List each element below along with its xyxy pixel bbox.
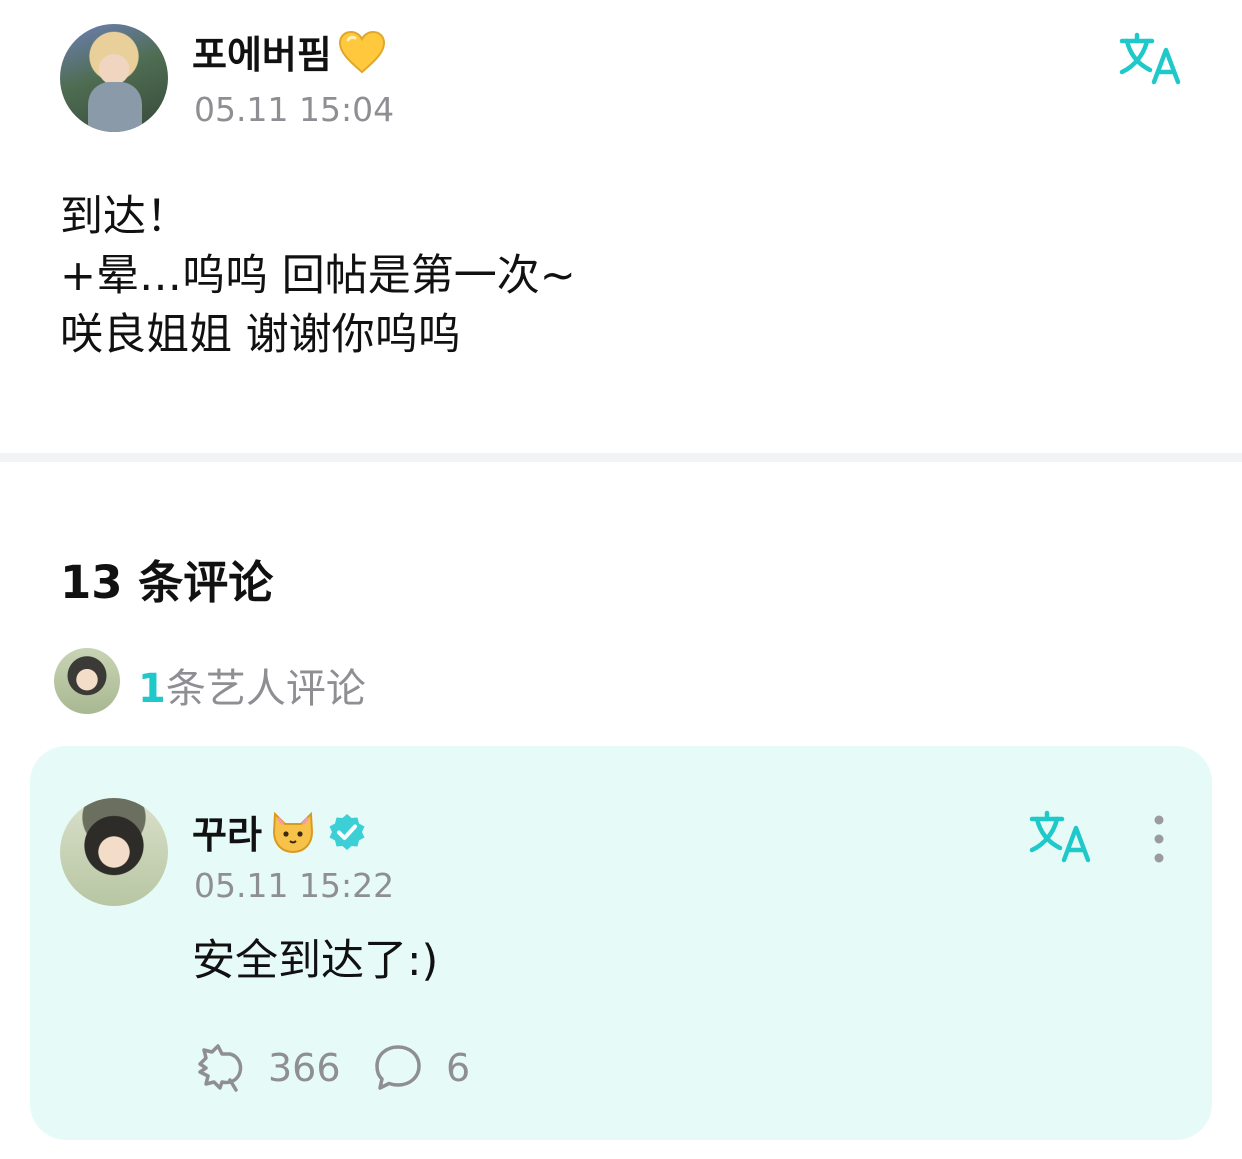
commenter-name-text: 꾸라 [192, 813, 262, 857]
translate-icon[interactable] [1118, 32, 1184, 86]
commenter-avatar[interactable] [60, 798, 168, 906]
author-name-text: 포에버핌 [192, 33, 332, 77]
commenter-name[interactable]: 꾸라 [192, 804, 366, 859]
more-options-icon[interactable] [1148, 814, 1170, 864]
post-author[interactable]: 포에버핌 [192, 24, 386, 79]
like-count: 366 [268, 1046, 341, 1090]
post-line: 咲良姐姐 谢谢你呜呜 [60, 310, 461, 360]
artist-comment-label: 条艺人评论 [165, 666, 366, 712]
reply-count: 6 [446, 1046, 471, 1090]
cat-face-icon [272, 811, 313, 853]
author-avatar[interactable] [60, 24, 168, 132]
verified-badge-icon [329, 813, 365, 850]
artist-comment-count: 1 [138, 666, 166, 712]
artist-avatar[interactable] [54, 648, 120, 714]
post-content: 到达！ +晕…呜呜 回帖是第一次~ 咲良姐姐 谢谢你呜呜 [60, 188, 1160, 365]
comment-bubble-icon [375, 1045, 421, 1090]
artist-comments-filter[interactable]: 1条艺人评论 [138, 656, 366, 714]
comments-count-heading: 13 条评论 [60, 556, 274, 609]
like-icon [198, 1044, 243, 1092]
reply-button[interactable]: 6 [372, 1042, 470, 1094]
post-line: 到达！ [60, 192, 189, 242]
yellow-heart-icon [338, 30, 385, 73]
post-line: +晕…呜呜 回帖是第一次~ [60, 251, 576, 301]
post-timestamp: 05.11 15:04 [194, 90, 395, 129]
post-detail-screen: 포에버핌 05.11 15:04 到达！ +晕…呜呜 回帖是第一次~ 咲良姐姐 … [0, 0, 1242, 1159]
comment-text: 安全到达了:) [192, 936, 439, 986]
translate-icon[interactable] [1028, 810, 1094, 864]
like-button[interactable]: 366 [194, 1042, 341, 1094]
comment-timestamp: 05.11 15:22 [194, 866, 395, 905]
section-divider [0, 453, 1242, 462]
